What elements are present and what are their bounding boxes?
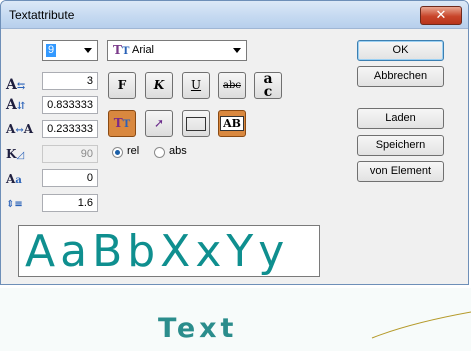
frame-button[interactable] bbox=[182, 110, 210, 137]
slant-icon: K◿ bbox=[6, 147, 25, 161]
truetype-font-icon: TT bbox=[113, 116, 131, 130]
framed-ab-icon: AB bbox=[220, 116, 244, 131]
preview-text: AaBbXxYy bbox=[25, 226, 290, 277]
arrow-pointer-icon: ➚ bbox=[153, 116, 165, 130]
case-button[interactable]: a c bbox=[254, 72, 282, 99]
abs-radio[interactable] bbox=[154, 147, 165, 158]
italic-button[interactable]: K bbox=[145, 72, 173, 99]
abs-label: abs bbox=[169, 145, 187, 157]
rel-radio[interactable] bbox=[112, 147, 123, 158]
save-button[interactable]: Speichern bbox=[357, 135, 444, 156]
text-size-combo[interactable]: 9 bbox=[42, 40, 98, 61]
framed-text-button[interactable]: AB bbox=[218, 110, 246, 137]
chevron-down-icon bbox=[84, 48, 92, 53]
text-height-icon: A⇵ bbox=[6, 97, 26, 113]
rectangle-icon bbox=[186, 116, 206, 131]
char-spacing-icon: A↔A bbox=[6, 122, 34, 136]
height-field[interactable]: 0.833333 bbox=[42, 96, 98, 114]
rel-label: rel bbox=[127, 145, 140, 157]
font-name: Arial bbox=[132, 44, 155, 56]
title-bar[interactable]: Textattribute ✕ bbox=[1, 1, 468, 29]
bold-button[interactable]: F bbox=[108, 72, 136, 99]
from-element-button[interactable]: von Element bbox=[357, 161, 444, 182]
text-size-value: 9 bbox=[46, 44, 57, 57]
truetype-toggle-button[interactable]: TT bbox=[108, 110, 136, 137]
line-spacing-field[interactable]: 1.6 bbox=[42, 194, 98, 212]
slant-field: 90 bbox=[42, 145, 98, 163]
angle-field[interactable]: 0 bbox=[42, 169, 98, 187]
rotation-icon: Aa bbox=[6, 172, 22, 186]
char-spacing-field[interactable]: 0.233333 bbox=[42, 120, 98, 138]
width-field[interactable]: 3 bbox=[42, 72, 98, 90]
strikethrough-button[interactable]: abc bbox=[218, 72, 246, 99]
window-title: Textattribute bbox=[9, 8, 75, 22]
ok-button[interactable]: OK bbox=[357, 40, 444, 61]
chevron-down-icon bbox=[233, 48, 241, 53]
case-lower-c: c bbox=[263, 84, 273, 100]
text-width-icon: A⇆ bbox=[6, 77, 26, 93]
text-color-button[interactable]: ➚ bbox=[145, 110, 173, 137]
close-button[interactable]: ✕ bbox=[420, 6, 462, 25]
cancel-button[interactable]: Abbrechen bbox=[357, 66, 444, 87]
canvas-text: Text bbox=[158, 313, 238, 344]
load-button[interactable]: Laden bbox=[357, 108, 444, 129]
underline-button[interactable]: U bbox=[182, 72, 210, 99]
font-combo[interactable]: TT Arial bbox=[107, 40, 247, 61]
text-preview: AaBbXxYy bbox=[18, 225, 320, 277]
truetype-font-icon: TT bbox=[113, 43, 130, 57]
line-spacing-icon: ⇕≡ bbox=[6, 199, 23, 210]
